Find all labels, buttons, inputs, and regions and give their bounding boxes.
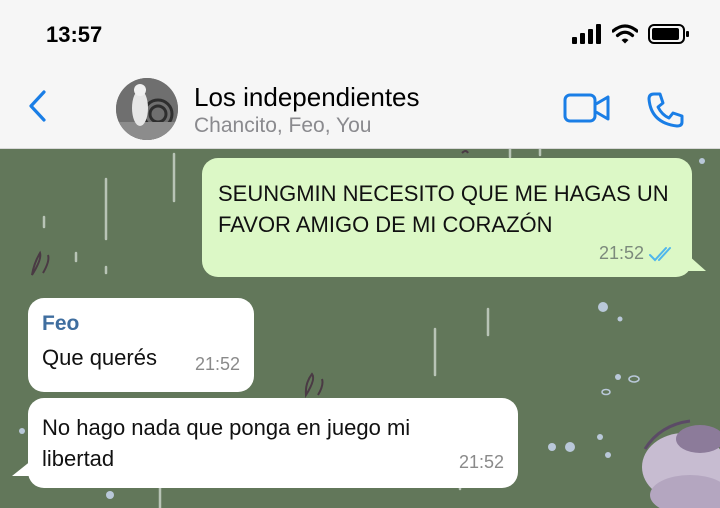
signal-icon <box>572 24 601 44</box>
bubble-tail-outgoing <box>688 255 706 271</box>
status-time: 13:57 <box>46 22 103 47</box>
chevron-left-icon <box>29 90 46 122</box>
message-time: 21:52 <box>598 243 644 263</box>
video-call-button[interactable] <box>563 92 611 129</box>
status-bar: 13:57 <box>0 0 720 70</box>
group-avatar[interactable] <box>116 78 178 140</box>
chat-area[interactable]: SEUNGMIN NECESITO QUE ME HAGAS UN FAVOR … <box>0 149 720 508</box>
video-camera-icon <box>563 93 610 123</box>
bubble-tail-incoming <box>12 460 32 476</box>
back-button[interactable] <box>24 86 54 126</box>
group-name[interactable]: Los independientes <box>194 82 420 113</box>
battery-icon <box>648 24 689 44</box>
double-check-icon <box>649 246 671 261</box>
group-members[interactable]: Chancito, Feo, You <box>194 114 371 138</box>
phone-icon <box>647 92 684 128</box>
status-icons <box>572 24 690 44</box>
message-text: Que querés <box>42 345 157 370</box>
message-meta: 21:52 <box>599 238 678 269</box>
wifi-icon <box>612 24 638 44</box>
voice-call-button[interactable] <box>645 90 685 135</box>
message-text: No hago nada que ponga en juego mi liber… <box>42 415 411 471</box>
sender-name[interactable]: Feo <box>42 308 79 339</box>
message-bubble-incoming[interactable]: No hago nada que ponga en juego mi liber… <box>28 398 518 488</box>
message-bubble-outgoing[interactable]: SEUNGMIN NECESITO QUE ME HAGAS UN FAVOR … <box>202 158 692 277</box>
message-time: 21:52 <box>458 452 504 472</box>
message-bubble-incoming[interactable]: Feo Que querés 21:52 <box>28 298 254 392</box>
chat-header: Los independientes Chancito, Feo, You <box>0 70 720 149</box>
message-time: 21:52 <box>194 354 240 374</box>
avatar-image <box>116 78 178 140</box>
message-text: SEUNGMIN NECESITO QUE ME HAGAS UN FAVOR … <box>218 181 669 237</box>
